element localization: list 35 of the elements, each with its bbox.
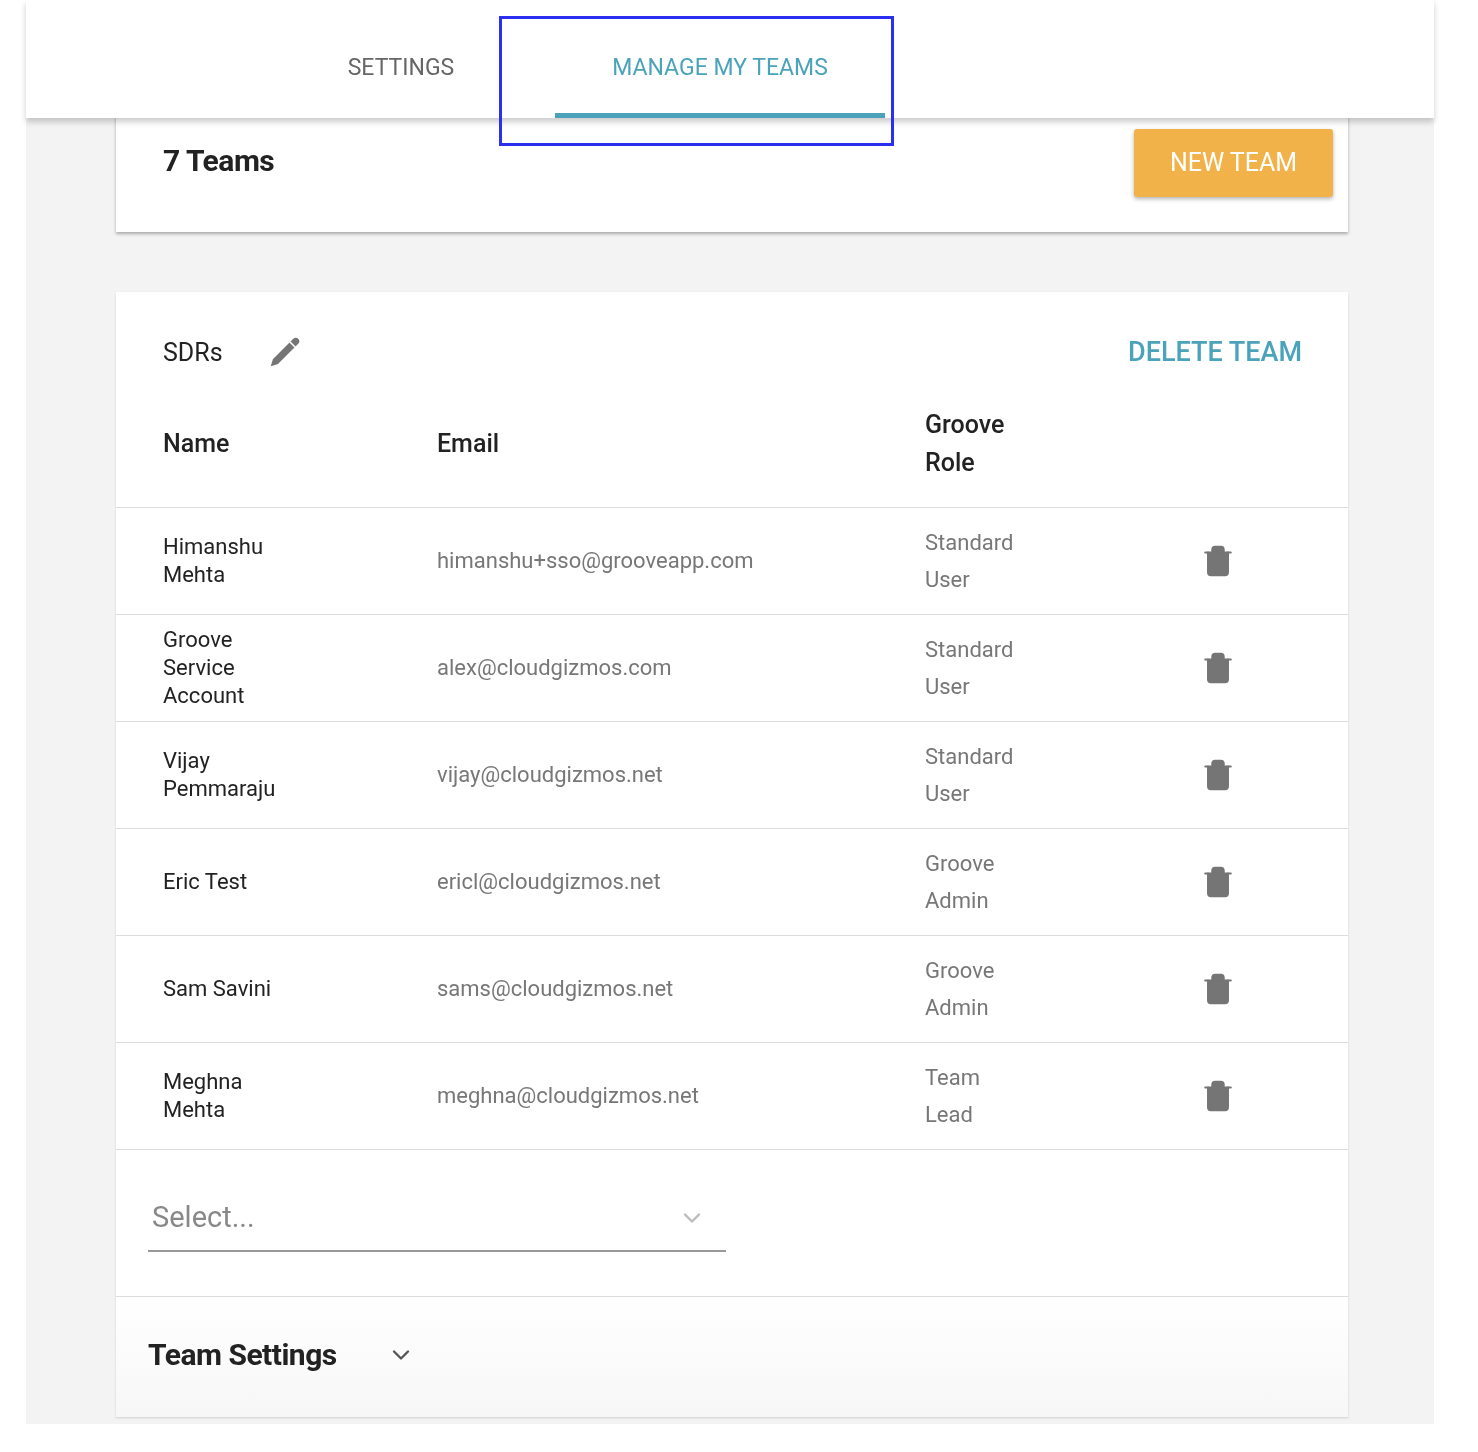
column-header: Name — [163, 427, 231, 460]
new-team-button[interactable]: NEW TEAM — [1134, 129, 1333, 197]
column-header: Groove Role — [925, 408, 1006, 479]
member-role: Standard User — [925, 528, 1015, 594]
trash-icon[interactable] — [1201, 971, 1235, 1006]
trash-icon[interactable] — [1201, 650, 1235, 685]
member-name: Groove Service Account — [163, 625, 246, 710]
member-email: himanshu+sso@grooveapp.com — [437, 547, 755, 575]
select-placeholder: Select... — [152, 1198, 255, 1236]
member-name: Eric Test — [163, 867, 249, 896]
member-email: sams@cloudgizmos.net — [437, 975, 675, 1003]
trash-icon[interactable] — [1201, 1078, 1235, 1113]
member-role: Groove Admin — [925, 956, 996, 1022]
column-header: Email — [437, 427, 501, 460]
member-name: Meghna Mehta — [163, 1067, 244, 1124]
member-role: Groove Admin — [925, 849, 996, 915]
trash-icon[interactable] — [1201, 543, 1235, 578]
member-name: Sam Savini — [163, 974, 273, 1003]
tab[interactable]: SETTINGS — [286, 0, 516, 118]
member-email: ericl@cloudgizmos.net — [437, 868, 662, 896]
member-email: meghna@cloudgizmos.net — [437, 1082, 700, 1110]
member-email: vijay@cloudgizmos.net — [437, 761, 664, 789]
team-settings-toggle[interactable]: Team Settings — [148, 1332, 337, 1377]
teams-count: 7 Teams — [163, 141, 275, 180]
member-select[interactable]: Select... — [148, 1185, 726, 1252]
trash-icon[interactable] — [1201, 757, 1235, 792]
member-name: Vijay Pemmaraju — [163, 746, 277, 803]
trash-icon[interactable] — [1201, 864, 1235, 899]
member-role: Standard User — [925, 742, 1015, 808]
member-role: Team Lead — [925, 1063, 981, 1129]
member-role: Standard User — [925, 635, 1015, 701]
member-email: alex@cloudgizmos.com — [437, 654, 673, 682]
team-name: SDRs — [163, 336, 223, 369]
member-name: Himanshu Mehta — [163, 532, 265, 589]
delete-team-button[interactable]: DELETE TEAM — [1128, 332, 1302, 373]
